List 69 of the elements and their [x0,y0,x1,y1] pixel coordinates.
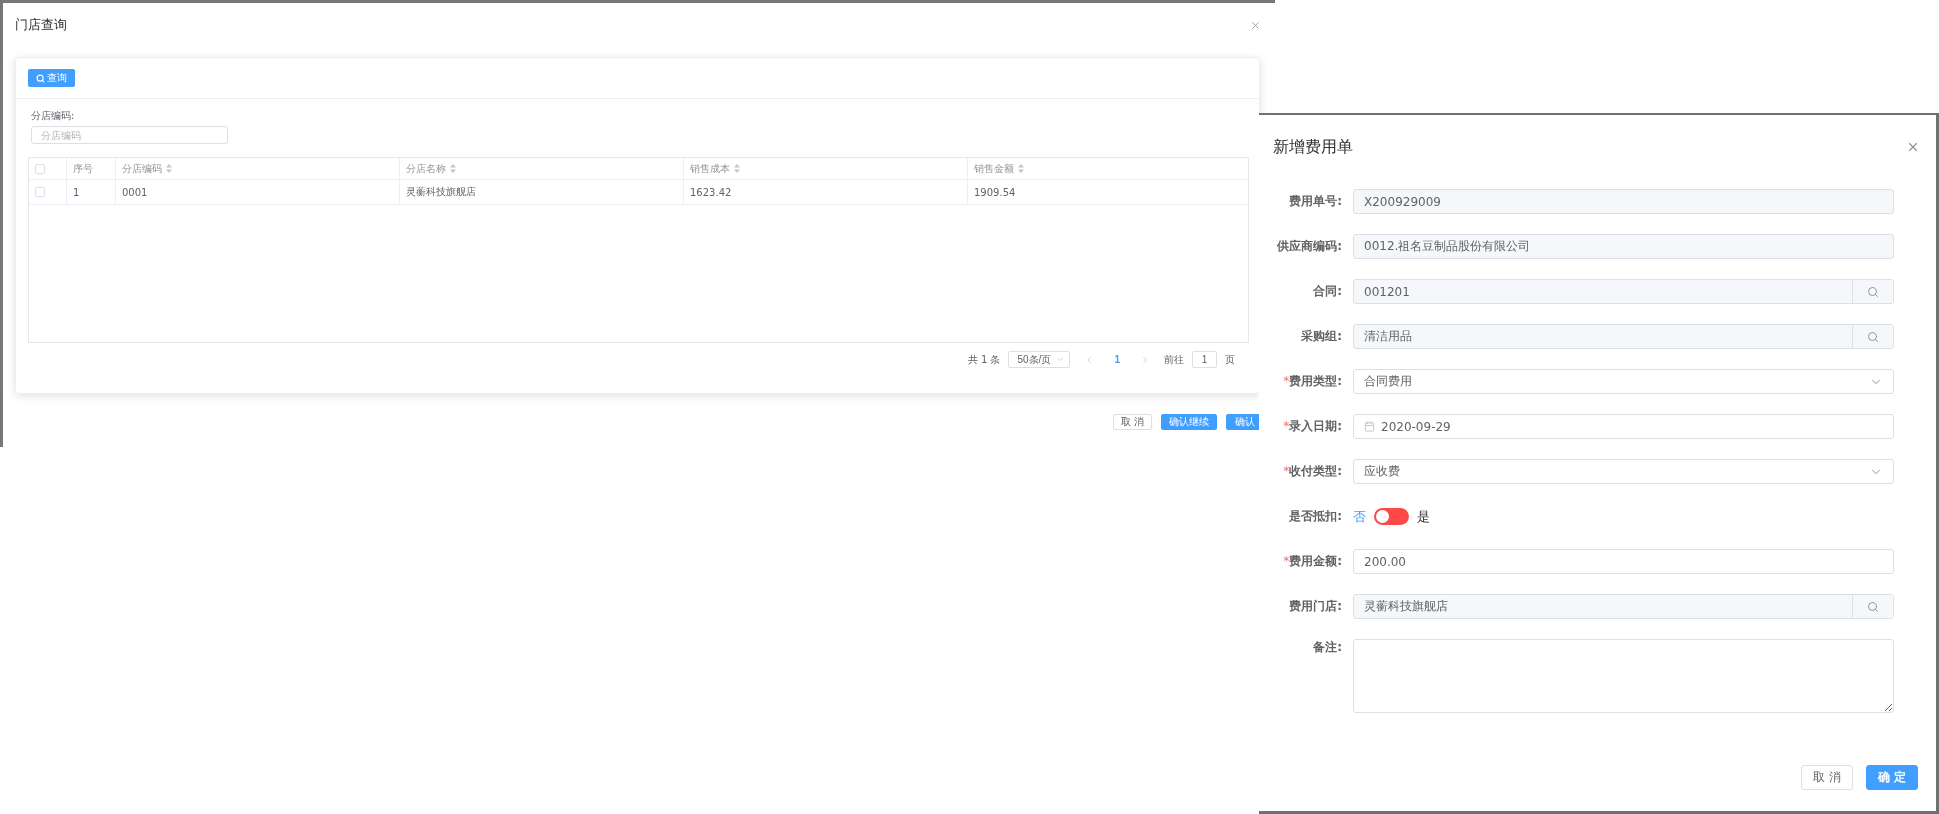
select-field[interactable]: 合同费用 [1353,369,1894,394]
column-header: 销售金额 [974,161,1014,176]
search-icon [36,73,45,83]
close-icon [1250,19,1261,31]
search-icon [1867,330,1879,343]
date-field[interactable]: 2020-09-29 [1353,414,1894,439]
filter-label: 分店编码: [31,109,76,123]
chevron-right-icon [1140,354,1150,365]
header-cell[interactable]: 销售金额 [968,158,1248,179]
checkbox[interactable] [35,187,45,197]
field-label: 备注: [1312,639,1343,656]
chevron-down-icon [1056,355,1066,364]
search-icon [1867,600,1879,613]
lookup-field[interactable]: 清洁用品 [1353,324,1894,349]
sort-icon[interactable] [450,164,456,173]
header-cell[interactable]: 分店编码 [116,158,400,179]
search-icon [1867,285,1879,298]
sort-icon[interactable] [734,164,740,173]
total-count: 共 1 条 [967,352,1001,367]
column-header: 分店名称 [406,161,446,176]
page-suffix: 页 [1225,352,1235,367]
field-label: 合同: [1312,283,1343,300]
field-label: *录入日期: [1282,418,1343,435]
search-button[interactable] [1852,280,1893,303]
header-cell[interactable]: 销售成本 [684,158,968,179]
sort-icon[interactable] [1018,164,1024,173]
cancel-button[interactable]: 取 消 [1801,765,1853,790]
field-label: 费用门店: [1288,598,1343,615]
goto-label: 前往 [1164,352,1184,367]
close-button[interactable] [1906,140,1920,154]
dialog-title: 新增费用单 [1273,136,1353,158]
close-icon [1906,140,1920,154]
table-cell: 1 [73,186,80,198]
text-field[interactable]: 0012.祖名豆制品股份有限公司 [1353,234,1894,259]
close-button[interactable] [1250,19,1261,31]
table-cell: 1909.54 [974,186,1016,198]
table-cell: 灵蘅科技旗舰店 [406,185,476,199]
column-header: 销售成本 [690,161,730,176]
switch-off-label: 否 [1353,507,1366,526]
field-label: *费用金额: [1282,553,1343,570]
field-label: 采购组: [1300,328,1343,345]
column-header: 序号 [73,161,93,176]
table-cell: 1623.42 [690,186,732,198]
remarks-field[interactable] [1353,639,1894,713]
field-label: *收付类型: [1282,463,1343,480]
column-header: 分店编码 [122,161,162,176]
lookup-field[interactable]: 001201 [1353,279,1894,304]
goto-page-field[interactable]: 1 [1192,351,1217,368]
field-label: 是否抵扣: [1288,508,1343,525]
checkbox[interactable] [35,163,45,174]
branch-code-field[interactable]: 分店编码 [31,126,228,144]
amount-field[interactable]: 200.00 [1353,549,1894,574]
calendar-icon [1364,421,1375,432]
cancel-button[interactable]: 取 消 [1113,414,1152,430]
field-label: 费用单号: [1288,193,1343,210]
search-button[interactable] [1852,595,1893,618]
search-button[interactable] [1852,325,1893,348]
sort-icon[interactable] [166,164,172,173]
page-size-select[interactable]: 50条/页 [1008,351,1071,368]
text-field[interactable]: X200929009 [1353,189,1894,214]
select-field[interactable]: 应收费 [1353,459,1894,484]
toggle-switch[interactable] [1374,508,1409,525]
field-label: *费用类型: [1282,373,1343,390]
lookup-field[interactable]: 灵蘅科技旗舰店 [1353,594,1894,619]
header-cell[interactable]: 分店名称 [400,158,684,179]
table-cell: 0001 [122,186,148,198]
dialog-title: 门店查询 [15,16,67,34]
field-label: 供应商编码: [1276,238,1343,255]
switch-on-label: 是 [1417,507,1430,526]
